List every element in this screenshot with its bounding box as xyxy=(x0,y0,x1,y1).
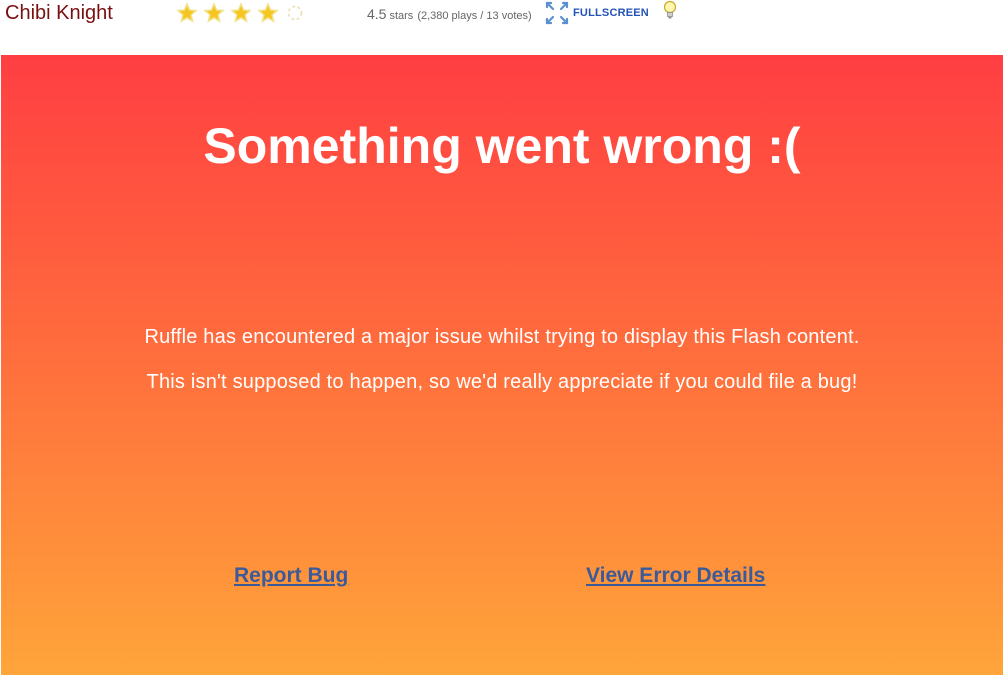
star-icon[interactable] xyxy=(257,2,279,24)
star-empty-icon[interactable] xyxy=(284,2,306,24)
error-message-line-1: Ruffle has encountered a major issue whi… xyxy=(144,326,860,348)
view-error-details-link[interactable]: View Error Details xyxy=(586,564,765,588)
rating-stars[interactable] xyxy=(176,2,306,24)
game-header: Chibi Knight 4.5 stars (2,380 plays / 13 v… xyxy=(0,0,1003,55)
lightbulb-icon[interactable] xyxy=(662,0,678,20)
rating-summary: 4.5 stars (2,380 plays / 13 votes) xyxy=(367,6,532,24)
fullscreen-arrows-icon xyxy=(545,1,569,25)
error-heading: Something went wrong :( xyxy=(203,118,801,174)
game-title: Chibi Knight xyxy=(5,2,113,24)
report-bug-link[interactable]: Report Bug xyxy=(234,564,348,588)
rating-value: 4.5 xyxy=(367,6,387,22)
star-icon[interactable] xyxy=(176,2,198,24)
fullscreen-button[interactable]: FULLSCREEN xyxy=(545,1,649,25)
star-icon[interactable] xyxy=(230,2,252,24)
fullscreen-label: FULLSCREEN xyxy=(573,7,649,19)
rating-plays-votes: (2,380 plays / 13 votes) xyxy=(417,10,532,22)
rating-unit: stars xyxy=(389,10,414,22)
ruffle-error-panel: Something went wrong :( Ruffle has encou… xyxy=(1,55,1003,675)
error-message-line-2: This isn't supposed to happen, so we'd r… xyxy=(146,371,858,393)
star-icon[interactable] xyxy=(203,2,225,24)
